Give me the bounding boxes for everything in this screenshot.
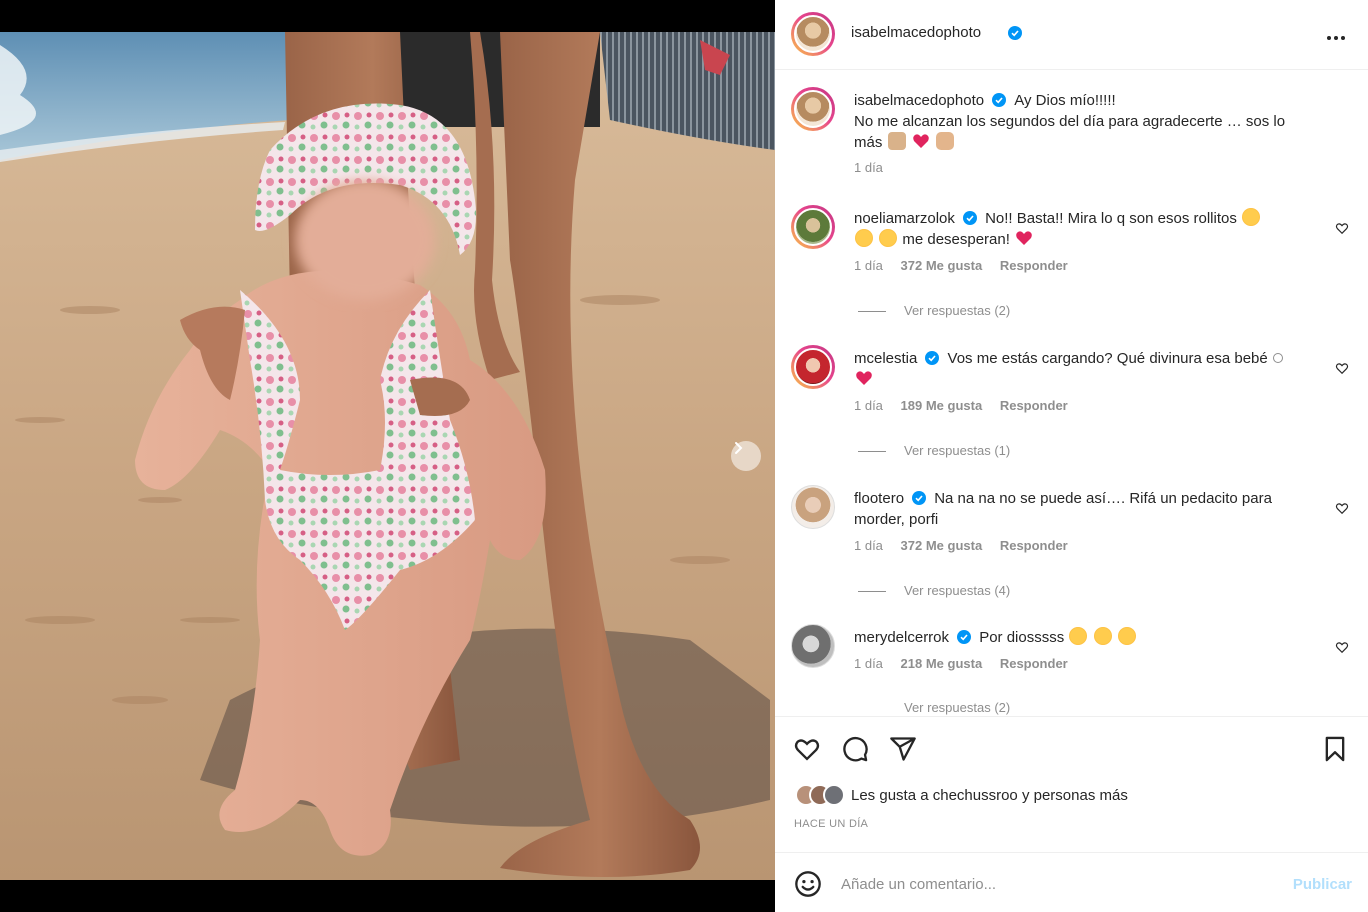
likes-text: Les gusta a chechussroo y personas más [851, 786, 1128, 804]
more-options-button[interactable] [1326, 24, 1346, 44]
post-side-panel: isabelmacedophoto isabelmacedophoto Ay D… [775, 0, 1368, 912]
heart-icon[interactable] [793, 735, 821, 763]
reply-button[interactable]: Responder [1000, 258, 1068, 273]
comment-text: Por diosssss [979, 629, 1065, 646]
post-header: isabelmacedophoto [775, 0, 1368, 70]
avatar[interactable] [791, 87, 835, 131]
avatar[interactable] [791, 624, 835, 668]
comment-likes[interactable]: 218 Me gusta [901, 656, 983, 671]
comment-text-2: morder, porfi [854, 511, 939, 528]
next-photo-button[interactable] [731, 441, 761, 471]
share-icon[interactable] [889, 735, 917, 763]
comment-text: Vos me estás cargando? Qué divinura esa … [947, 350, 1268, 367]
view-replies-label: Ver respuestas (2) [904, 303, 1011, 318]
heart-eyes-emoji-icon [855, 229, 873, 247]
comment-time[interactable]: 1 día [854, 538, 883, 553]
red-heart-emoji-icon [1016, 231, 1032, 245]
comment-text-2: me desesperan! [902, 231, 1010, 248]
raised-hands-emoji-icon [887, 132, 906, 150]
caption-username[interactable]: isabelmacedophoto [854, 92, 984, 109]
comment-icon[interactable] [841, 735, 869, 763]
caption-text: Ay Dios mío!!!!! [1014, 92, 1116, 109]
verified-badge-icon [992, 93, 1007, 107]
red-heart-emoji-icon [856, 371, 872, 385]
like-comment-heart-icon[interactable] [1335, 501, 1349, 515]
comment-likes[interactable]: 372 Me gusta [901, 538, 983, 553]
like-comment-heart-icon[interactable] [1335, 640, 1349, 654]
more-horizontal-icon [1327, 36, 1345, 40]
caption-line3: más [854, 134, 883, 151]
view-replies-label: Ver respuestas (2) [904, 700, 1011, 715]
comment-time[interactable]: 1 día [854, 656, 883, 671]
view-replies-label: Ver respuestas (4) [904, 583, 1011, 598]
comment-username[interactable]: noeliamarzolok [854, 210, 955, 227]
add-comment-bar: Publicar [775, 852, 1368, 912]
beach-photo [0, 0, 775, 912]
like-comment-heart-icon[interactable] [1335, 361, 1349, 375]
likes-summary[interactable]: Les gusta a chechussroo y personas más [795, 783, 1128, 807]
verified-badge-icon [957, 630, 972, 644]
heart-eyes-emoji-icon [1069, 627, 1088, 645]
heart-eyes-emoji-icon [1242, 208, 1261, 226]
next-arrow-icon [735, 442, 743, 454]
post-comment-button[interactable]: Publicar [1293, 876, 1352, 893]
view-replies-button[interactable]: Ver respuestas (1) [858, 443, 1010, 458]
smile-emoji-icon [1272, 353, 1283, 363]
avatar[interactable] [791, 485, 835, 529]
view-replies-button[interactable]: Ver respuestas (2) [858, 303, 1010, 318]
verified-badge-icon [925, 351, 940, 365]
liker-avatar [823, 784, 845, 806]
reply-button[interactable]: Responder [1000, 398, 1068, 413]
comments-list[interactable]: isabelmacedophoto Ay Dios mío!!!!! No me… [775, 71, 1368, 715]
reply-button[interactable]: Responder [1000, 538, 1068, 553]
verified-badge-icon [1008, 26, 1022, 40]
avatar[interactable] [791, 12, 835, 56]
bookmark-icon[interactable] [1321, 735, 1349, 763]
red-heart-emoji-icon [912, 134, 929, 148]
comment-text: No!! Basta!! Mira lo q son esos rollitos [985, 210, 1237, 227]
post-actions: Les gusta a chechussroo y personas más H… [775, 716, 1368, 846]
avatar[interactable] [791, 345, 835, 389]
comment-time[interactable]: 1 día [854, 398, 883, 413]
comment-input[interactable] [841, 871, 1261, 897]
flexed-biceps-emoji-icon [935, 132, 954, 150]
comment-username[interactable]: merydelcerrok [854, 629, 949, 646]
caption-line2: No me alcanzan los segundos del día para… [854, 113, 1286, 130]
comment-username[interactable]: mcelestia [854, 350, 917, 367]
verified-badge-icon [912, 491, 927, 505]
caption-time[interactable]: 1 día [854, 160, 883, 175]
view-replies-button[interactable]: Ver respuestas (2) [858, 700, 1010, 715]
view-replies-label: Ver respuestas (1) [904, 443, 1011, 458]
avatar[interactable] [791, 205, 835, 249]
comment-likes[interactable]: 372 Me gusta [901, 258, 983, 273]
post-timestamp[interactable]: HACE UN DÍA [794, 818, 868, 830]
heart-eyes-emoji-icon [1117, 627, 1136, 645]
comment-likes[interactable]: 189 Me gusta [901, 398, 983, 413]
view-replies-button[interactable]: Ver respuestas (4) [858, 583, 1010, 598]
post-author-username[interactable]: isabelmacedophoto [851, 24, 981, 41]
comment-time[interactable]: 1 día [854, 258, 883, 273]
comment-username[interactable]: flootero [854, 490, 904, 507]
heart-eyes-emoji-icon [1093, 627, 1112, 645]
reply-button[interactable]: Responder [1000, 656, 1068, 671]
like-comment-heart-icon[interactable] [1335, 221, 1349, 235]
verified-badge-icon [962, 211, 977, 225]
heart-eyes-emoji-icon [879, 229, 898, 247]
comment-text: Na na na no se puede así…. Rifá un pedac… [934, 490, 1272, 507]
emoji-icon[interactable] [794, 870, 822, 898]
post-photo[interactable] [0, 0, 775, 912]
